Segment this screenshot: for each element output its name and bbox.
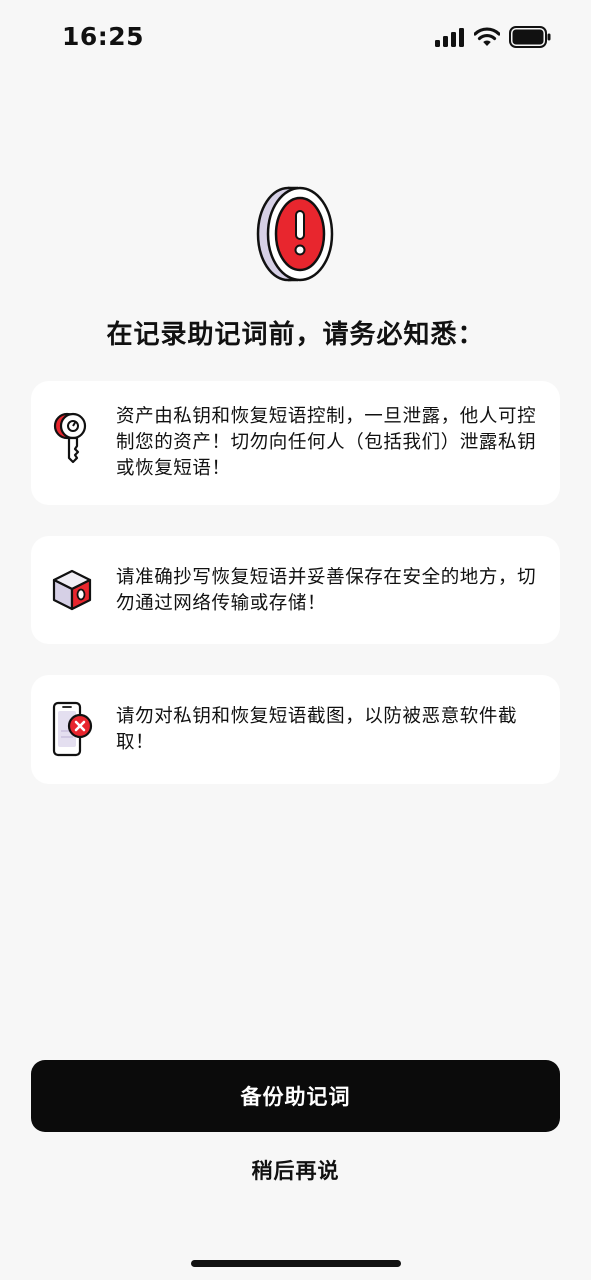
battery-icon bbox=[509, 26, 551, 52]
safe-box-icon bbox=[51, 568, 93, 616]
status-time: 16:25 bbox=[62, 22, 145, 51]
tip-text: 请勿对私钥和恢复短语截图，以防被恶意软件截取！ bbox=[116, 706, 518, 753]
backup-mnemonic-button[interactable]: 备份助记词 bbox=[31, 1060, 560, 1132]
cellular-signal-icon bbox=[435, 27, 465, 51]
page-title: 在记录助记词前，请务必知悉： bbox=[106, 320, 485, 350]
tip-card-backup: 请准确抄写恢复短语并妥善保存在安全的地方，切勿通过网络传输或存储！ bbox=[31, 536, 560, 644]
tip-text: 请准确抄写恢复短语并妥善保存在安全的地方，切勿通过网络传输或存储！ bbox=[116, 567, 537, 614]
home-indicator[interactable] bbox=[191, 1260, 401, 1267]
status-bar: 16:25 bbox=[0, 0, 591, 80]
status-icons bbox=[435, 26, 551, 52]
key-icon bbox=[51, 408, 95, 468]
later-button[interactable]: 稍后再说 bbox=[0, 1155, 591, 1185]
tip-card-no-screenshot: 请勿对私钥和恢复短语截图，以防被恶意软件截取！ bbox=[31, 675, 560, 784]
hero bbox=[0, 183, 591, 287]
warning-coin-icon bbox=[254, 183, 338, 287]
wifi-icon bbox=[473, 27, 501, 51]
tip-card-private-key: 资产由私钥和恢复短语控制，一旦泄露，他人可控制您的资产！切勿向任何人（包括我们）… bbox=[31, 381, 560, 505]
tip-text: 资产由私钥和恢复短语控制，一旦泄露，他人可控制您的资产！切勿向任何人（包括我们）… bbox=[116, 406, 537, 479]
no-screenshot-icon bbox=[51, 701, 99, 763]
